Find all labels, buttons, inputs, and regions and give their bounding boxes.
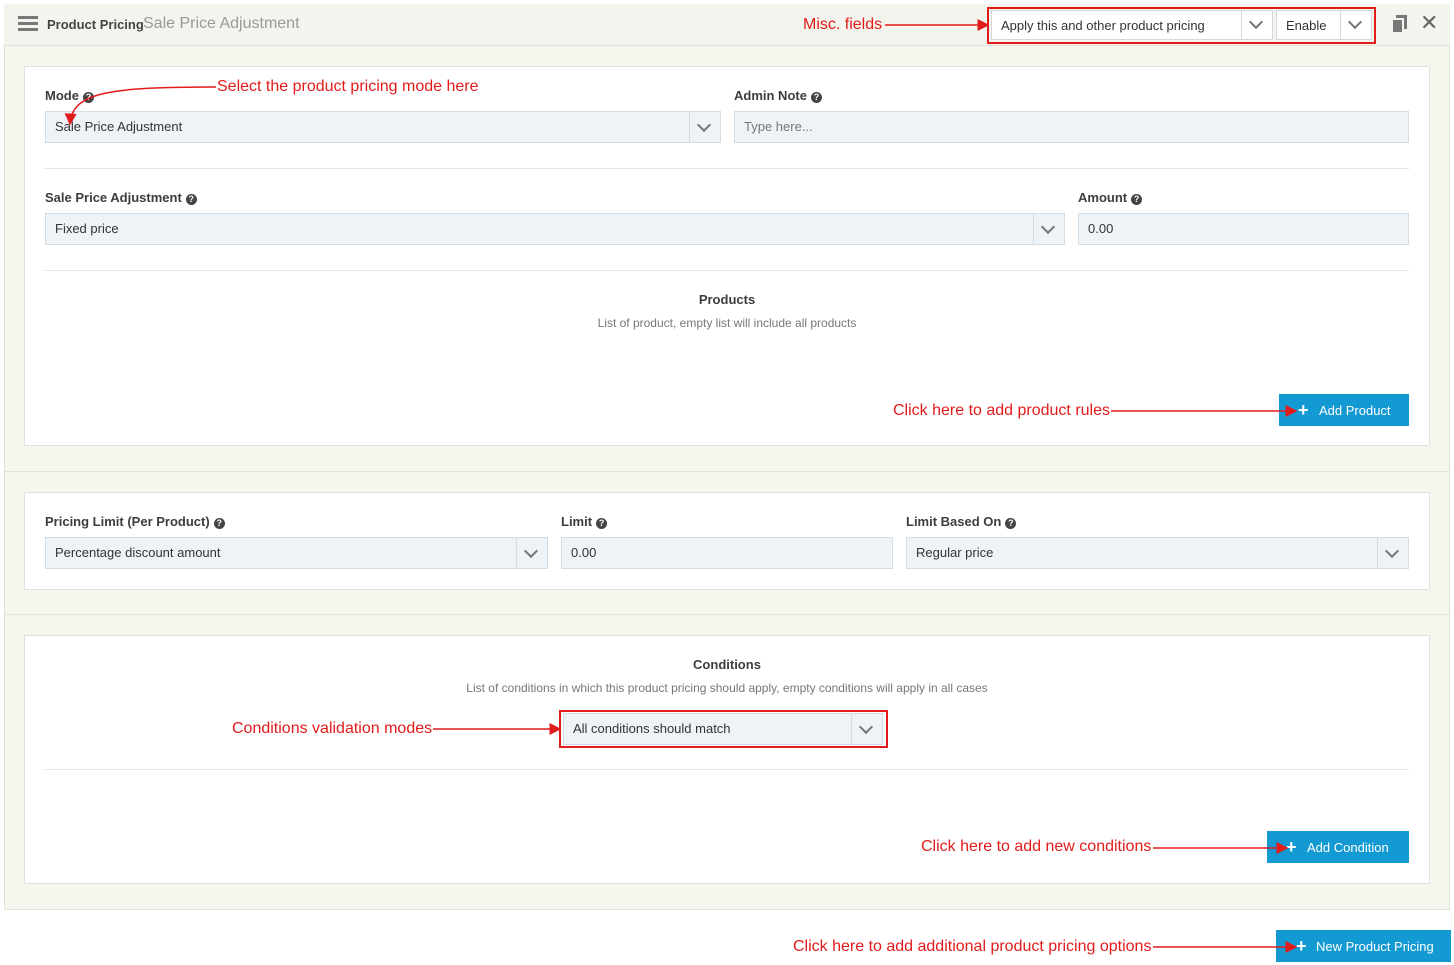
limit-input[interactable]: 0.00 [561, 537, 893, 569]
apply-mode-value: Apply this and other product pricing [1001, 18, 1205, 33]
adjustment-value: Fixed price [55, 221, 119, 236]
chevron-down-icon [1248, 14, 1264, 30]
help-icon[interactable]: ? [185, 194, 197, 205]
conditions-panel [24, 635, 1430, 884]
limit-label: Limit? [561, 514, 608, 529]
mode-select[interactable]: Sale Price Adjustment [45, 111, 721, 143]
help-icon[interactable]: ? [82, 92, 94, 103]
add-condition-label: Add Condition [1307, 840, 1389, 855]
annotation-additional: Click here to add additional product pri… [793, 938, 1152, 955]
chevron-down-icon [858, 719, 874, 735]
amount-label: Amount? [1078, 190, 1143, 205]
chevron-down-icon [1040, 219, 1056, 235]
annotation-mode: Select the product pricing mode here [217, 78, 479, 95]
mode-label: Mode? [45, 88, 94, 103]
divider [45, 769, 1409, 770]
header-title: Product Pricing [47, 17, 144, 32]
chevron-down-icon [1347, 14, 1363, 30]
help-icon[interactable]: ? [1005, 518, 1017, 529]
adjustment-dropdown[interactable] [1033, 214, 1064, 244]
chevron-down-icon [1384, 543, 1400, 559]
pricing-limit-dropdown[interactable] [516, 538, 547, 568]
adjustment-label: Sale Price Adjustment? [45, 190, 197, 205]
help-icon[interactable]: ? [1131, 194, 1143, 205]
annotation-misc: Misc. fields [803, 16, 883, 33]
conditions-match-dropdown[interactable] [851, 714, 882, 744]
adjustment-select[interactable]: Fixed price [45, 213, 1065, 245]
menu-icon[interactable] [18, 16, 38, 32]
help-icon[interactable]: ? [596, 518, 608, 529]
status-dropdown[interactable] [1340, 11, 1371, 39]
section-divider [4, 471, 1450, 472]
help-icon[interactable]: ? [810, 92, 822, 103]
header-subtitle: Sale Price Adjustment [143, 15, 300, 32]
annotation-product-rules: Click here to add product rules [893, 402, 1110, 419]
mode-dropdown[interactable] [689, 112, 720, 142]
help-icon[interactable]: ? [213, 518, 225, 529]
close-icon[interactable]: ✕ [1420, 12, 1438, 34]
conditions-match-select[interactable]: All conditions should match [563, 713, 883, 745]
conditions-subtitle: List of conditions in which this product… [466, 681, 988, 695]
admin-note-label: Admin Note? [734, 88, 822, 103]
pricing-limit-select[interactable]: Percentage discount amount [45, 537, 548, 569]
apply-mode-dropdown[interactable] [1241, 11, 1272, 39]
limit-value: 0.00 [571, 545, 597, 560]
chevron-down-icon [523, 543, 539, 559]
section-divider [4, 614, 1450, 615]
plus-icon: + [1298, 400, 1309, 420]
status-value: Enable [1286, 18, 1327, 33]
pricing-limit-value: Percentage discount amount [55, 545, 221, 560]
chevron-down-icon [696, 117, 712, 133]
conditions-match-value: All conditions should match [573, 721, 731, 736]
plus-icon: + [1286, 837, 1297, 857]
limit-based-select[interactable]: Regular price [906, 537, 1409, 569]
new-product-pricing-label: New Product Pricing [1316, 939, 1434, 954]
admin-note-input[interactable]: Type here... [734, 111, 1409, 143]
add-condition-button[interactable]: + Add Condition [1267, 831, 1409, 863]
annotation-conditions-modes: Conditions validation modes [232, 720, 433, 737]
amount-value: 0.00 [1088, 221, 1114, 236]
conditions-title: Conditions [693, 657, 761, 672]
copy-icon[interactable] [1393, 15, 1407, 32]
products-title: Products [698, 292, 756, 307]
mode-value: Sale Price Adjustment [55, 119, 183, 134]
amount-input[interactable]: 0.00 [1078, 213, 1409, 245]
apply-mode-select[interactable]: Apply this and other product pricing [991, 10, 1273, 40]
new-product-pricing-button[interactable]: + New Product Pricing [1276, 930, 1451, 962]
annotation-new-conditions: Click here to add new conditions [921, 838, 1152, 855]
add-product-label: Add Product [1319, 403, 1391, 418]
limit-based-label: Limit Based On? [906, 514, 1017, 529]
limit-based-value: Regular price [916, 545, 994, 560]
divider [45, 168, 1409, 169]
admin-note-placeholder: Type here... [744, 119, 813, 134]
products-subtitle: List of product, empty list will include… [597, 316, 857, 330]
status-select[interactable]: Enable [1276, 10, 1372, 40]
plus-icon: + [1296, 936, 1307, 956]
divider [45, 270, 1409, 271]
limit-based-dropdown[interactable] [1377, 538, 1408, 568]
add-product-button[interactable]: + Add Product [1279, 394, 1409, 426]
pricing-limit-label: Pricing Limit (Per Product)? [45, 514, 225, 529]
